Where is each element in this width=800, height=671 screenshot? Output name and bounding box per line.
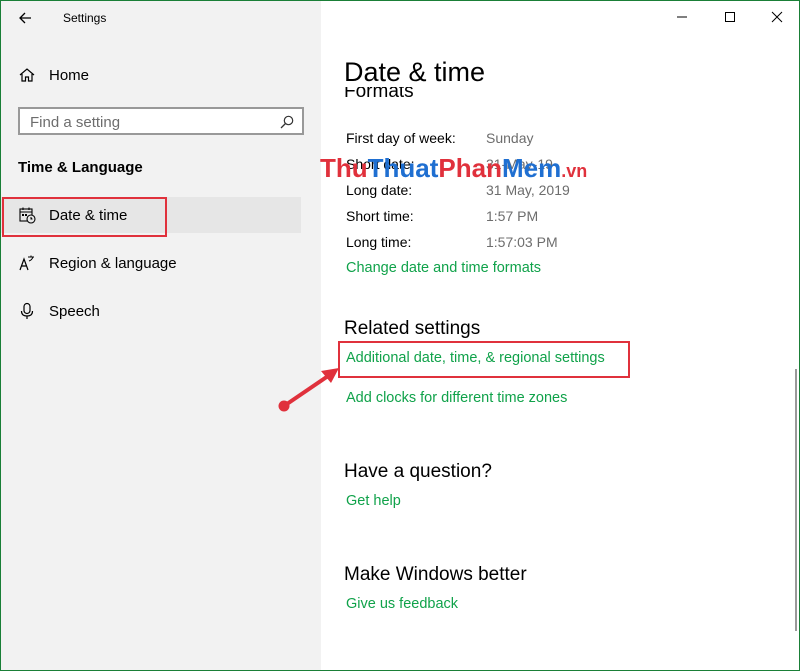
sidebar-item-speech[interactable]: Speech (1, 293, 301, 329)
search-placeholder: Find a setting (30, 114, 121, 131)
related-settings-heading: Related settings (344, 318, 481, 339)
format-label: Long time: (346, 234, 412, 250)
minimize-button[interactable] (659, 5, 705, 29)
maximize-button[interactable] (707, 5, 753, 29)
watermark-part: Phan (438, 153, 502, 183)
format-label: First day of week: (346, 130, 456, 146)
watermark-part: Thuat (367, 153, 439, 183)
format-value: Sunday (486, 130, 534, 146)
search-input[interactable]: Find a setting (18, 107, 304, 135)
scrollbar[interactable] (795, 369, 797, 631)
annotation-arrow-icon (278, 368, 339, 412)
format-label: Short time: (346, 208, 414, 224)
highlight-box-additional-settings (338, 341, 630, 378)
section-title: Time & Language (18, 159, 143, 176)
close-button[interactable] (754, 5, 799, 29)
highlight-box-date-time (2, 197, 167, 237)
add-clocks-link[interactable]: Add clocks for different time zones (346, 390, 567, 406)
close-icon (771, 11, 783, 23)
main-pane: Date & time Formats First day of week: S… (321, 1, 799, 670)
settings-window: Settings Home Find a setting Time & Lang… (0, 0, 800, 671)
sidebar: Settings Home Find a setting Time & Lang… (1, 1, 321, 670)
back-button[interactable] (13, 7, 37, 29)
give-feedback-link[interactable]: Give us feedback (346, 596, 458, 612)
watermark-logo: ThuThuatPhanMem.vn (320, 153, 587, 191)
maximize-icon (725, 12, 735, 22)
sidebar-item-label: Speech (49, 302, 100, 320)
sidebar-item-region-language[interactable]: Region & language (1, 245, 301, 281)
language-icon (17, 253, 37, 273)
app-title: Settings (63, 11, 107, 25)
back-arrow-icon (19, 12, 31, 24)
change-formats-link[interactable]: Change date and time formats (346, 260, 541, 276)
watermark-part: .vn (561, 161, 588, 181)
page-title: Date & time (344, 57, 486, 87)
microphone-icon (17, 301, 37, 321)
get-help-link[interactable]: Get help (346, 493, 401, 509)
make-windows-better-heading: Make Windows better (344, 564, 527, 585)
question-heading: Have a question? (344, 461, 492, 482)
format-value: 1:57:03 PM (486, 234, 558, 250)
search-icon[interactable] (279, 114, 295, 130)
home-icon (17, 65, 37, 85)
watermark-part: Thu (320, 153, 368, 183)
sidebar-item-label: Region & language (49, 254, 177, 272)
home-nav-item[interactable]: Home (1, 57, 301, 93)
minimize-icon (677, 16, 687, 18)
watermark-part: Mem (502, 153, 562, 183)
format-value: 1:57 PM (486, 208, 539, 224)
formats-heading-clip: Formats (344, 87, 544, 103)
home-label: Home (49, 66, 90, 84)
formats-heading: Formats (344, 87, 414, 102)
